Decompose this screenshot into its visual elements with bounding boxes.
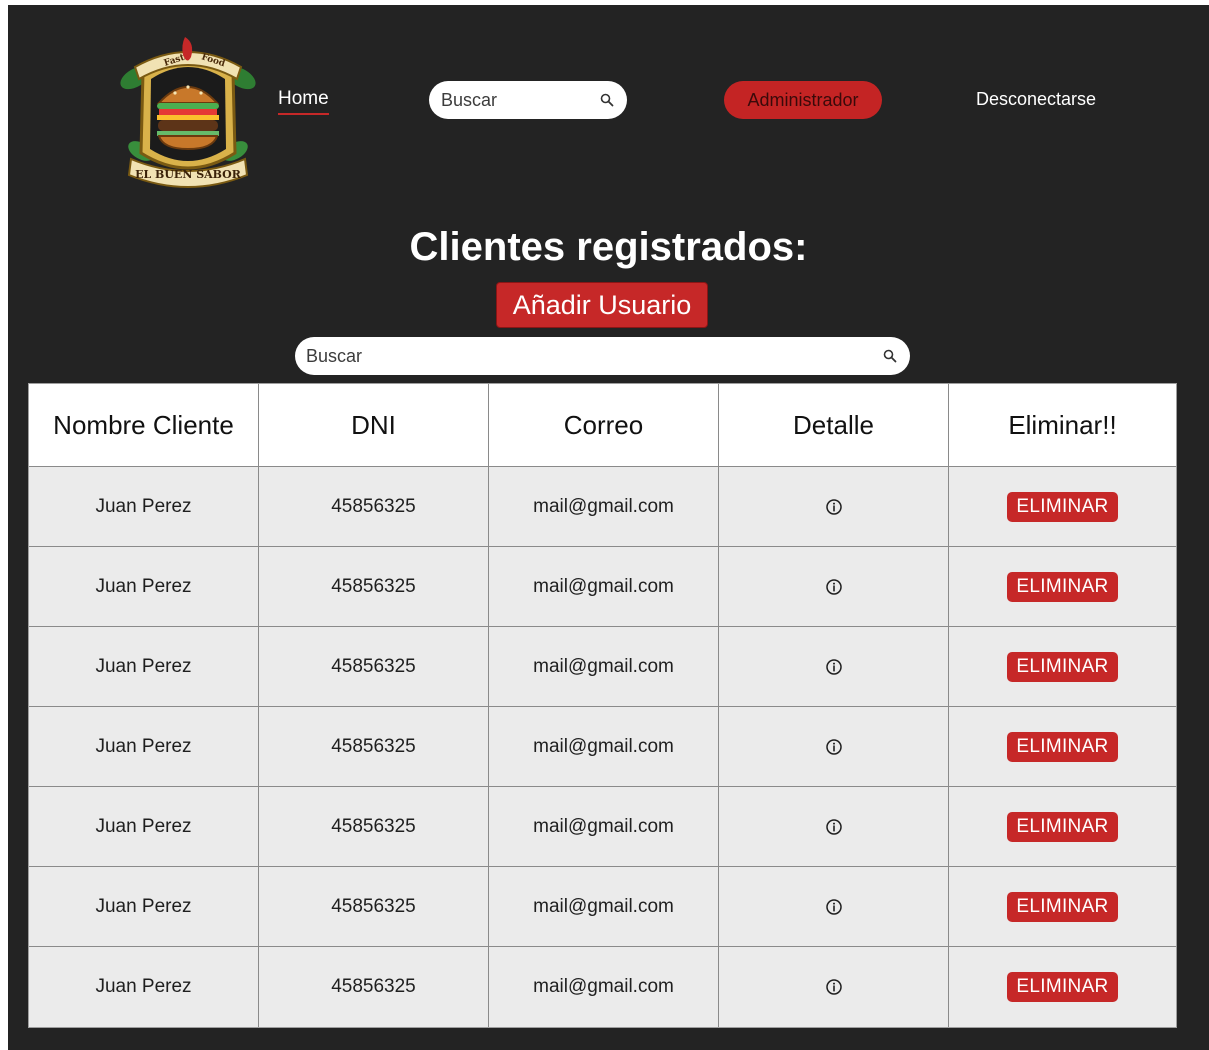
delete-client-button[interactable]: ELIMINAR [1007, 731, 1118, 762]
client-name-cell: Juan Perez [29, 707, 259, 786]
client-delete-cell: ELIMINAR [949, 867, 1176, 946]
client-detail-cell [719, 627, 949, 706]
delete-client-button[interactable]: ELIMINAR [1007, 491, 1118, 522]
column-header-email: Correo [489, 384, 719, 466]
client-dni-cell: 45856325 [259, 867, 489, 946]
client-email-cell: mail@gmail.com [489, 467, 719, 546]
client-email-cell: mail@gmail.com [489, 787, 719, 866]
search-icon[interactable] [599, 92, 615, 108]
column-header-dni: DNI [259, 384, 489, 466]
logo-text: EL BUEN SABOR [135, 168, 242, 181]
table-header-row: Nombre Cliente DNI Correo Detalle Elimin… [29, 384, 1176, 467]
table-search-box[interactable] [295, 337, 910, 375]
table-search-input[interactable] [304, 344, 882, 368]
column-header-delete: Eliminar!! [1008, 409, 1117, 440]
client-detail-cell [719, 547, 949, 626]
info-icon[interactable] [825, 738, 843, 756]
client-delete-cell: ELIMINAR [949, 467, 1176, 546]
client-detail-cell [719, 867, 949, 946]
table-row: Juan Perez 45856325 mail@gmail.com ELIMI… [29, 947, 1176, 1027]
add-user-button[interactable]: Añadir Usuario [496, 282, 708, 328]
client-dni-cell: 45856325 [259, 547, 489, 626]
client-email-cell: mail@gmail.com [489, 627, 719, 706]
client-name-cell: Juan Perez [29, 947, 259, 1027]
page-frame: Fast Food EL BUEN SABOR Home Buscar Admi… [8, 5, 1209, 1050]
client-email-cell: mail@gmail.com [489, 707, 719, 786]
client-name-cell: Juan Perez [29, 787, 259, 866]
delete-client-button[interactable]: ELIMINAR [1007, 651, 1118, 682]
info-icon[interactable] [825, 498, 843, 516]
header-search-input[interactable] [439, 88, 599, 112]
client-email-cell: mail@gmail.com [489, 547, 719, 626]
table-row: Juan Perez 45856325 mail@gmail.com ELIMI… [29, 627, 1176, 707]
delete-client-button[interactable]: ELIMINAR [1007, 811, 1118, 842]
client-name-cell: Juan Perez [29, 547, 259, 626]
info-icon[interactable] [825, 658, 843, 676]
client-detail-cell [719, 707, 949, 786]
delete-client-button[interactable]: ELIMINAR [1007, 891, 1118, 922]
client-delete-cell: ELIMINAR [949, 627, 1176, 706]
client-delete-cell: ELIMINAR [949, 947, 1176, 1027]
client-dni-cell: 45856325 [259, 707, 489, 786]
table-body: Juan Perez 45856325 mail@gmail.com ELIMI… [29, 467, 1176, 1027]
delete-client-button[interactable]: ELIMINAR [1007, 972, 1118, 1002]
table-row: Juan Perez 45856325 mail@gmail.com ELIMI… [29, 867, 1176, 947]
column-header-name: Nombre Cliente [29, 384, 259, 466]
burger-logo-icon: Fast Food EL BUEN SABOR [120, 37, 256, 188]
delete-client-button[interactable]: ELIMINAR [1007, 571, 1118, 602]
table-row: Juan Perez 45856325 mail@gmail.com ELIMI… [29, 787, 1176, 867]
table-row: Juan Perez 45856325 mail@gmail.com ELIMI… [29, 707, 1176, 787]
table-row: Juan Perez 45856325 mail@gmail.com ELIMI… [29, 467, 1176, 547]
client-detail-cell [719, 467, 949, 546]
administrator-button[interactable]: Administrador [724, 81, 882, 119]
client-name-cell: Juan Perez [29, 467, 259, 546]
client-email-cell: mail@gmail.com [489, 947, 719, 1027]
client-delete-cell: ELIMINAR [949, 707, 1176, 786]
header-search-box[interactable] [429, 81, 627, 119]
client-detail-cell [719, 947, 949, 1027]
page-title: Clientes registrados: [409, 225, 808, 269]
info-icon[interactable] [825, 978, 843, 996]
column-header-detail: Detalle [719, 384, 949, 466]
nav-home-link[interactable]: Home [278, 88, 329, 115]
client-detail-cell [719, 787, 949, 866]
info-icon[interactable] [825, 898, 843, 916]
client-email-cell: mail@gmail.com [489, 867, 719, 946]
client-name-cell: Juan Perez [29, 627, 259, 706]
client-dni-cell: 45856325 [259, 467, 489, 546]
logout-link[interactable]: Desconectarse [976, 89, 1096, 110]
client-delete-cell: ELIMINAR [949, 547, 1176, 626]
brand-logo[interactable]: Fast Food EL BUEN SABOR [113, 33, 263, 198]
client-dni-cell: 45856325 [259, 947, 489, 1027]
table-row: Juan Perez 45856325 mail@gmail.com ELIMI… [29, 547, 1176, 627]
search-icon[interactable] [882, 348, 898, 364]
clients-table: Nombre Cliente DNI Correo Detalle Elimin… [28, 383, 1177, 1028]
client-dni-cell: 45856325 [259, 627, 489, 706]
client-name-cell: Juan Perez [29, 867, 259, 946]
info-icon[interactable] [825, 818, 843, 836]
client-delete-cell: ELIMINAR [949, 787, 1176, 866]
info-icon[interactable] [825, 578, 843, 596]
client-dni-cell: 45856325 [259, 787, 489, 866]
